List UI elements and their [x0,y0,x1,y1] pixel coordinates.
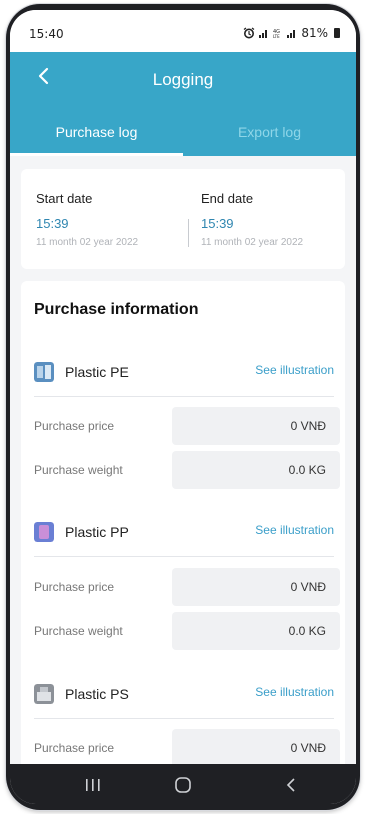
svg-text:LTE: LTE [273,34,280,38]
scroll-content[interactable]: Start date 15:39 11 month 02 year 2022 E… [10,156,356,764]
end-date-picker[interactable]: End date 15:39 11 month 02 year 2022 [201,191,303,248]
see-illustration-pp[interactable]: See illustration [255,523,334,537]
purchase-weight-row-pe: Purchase weight 0.0 KG [34,451,340,489]
purchase-weight-row-pp: Purchase weight 0.0 KG [34,612,340,650]
divider [34,718,334,719]
screen: 15:40 4G LTE 81% Logging Purchase log Exp… [10,10,356,804]
plastic-pe-icon [34,362,54,382]
product-name-ps: Plastic PS [65,686,129,702]
start-date-label: Start date [36,191,93,206]
purchase-price-label: Purchase price [34,741,115,755]
purchase-info-card: Purchase information Plastic PE See illu… [21,281,345,764]
section-title: Purchase information [34,301,199,318]
system-nav-bar [10,764,356,804]
purchase-price-field-pe[interactable]: 0 VNĐ [172,407,340,445]
status-time: 15:40 [29,27,64,41]
divider [34,556,334,557]
status-icons: 4G LTE 81% [243,26,340,40]
purchase-price-field-pp[interactable]: 0 VNĐ [172,568,340,606]
start-date-time: 15:39 [36,216,69,231]
tab-purchase-log[interactable]: Purchase log [10,124,183,140]
product-header-ps: Plastic PS See illustration [34,681,334,711]
divider [34,396,334,397]
date-range-card: Start date 15:39 11 month 02 year 2022 E… [21,169,345,269]
purchase-price-label: Purchase price [34,419,115,433]
end-date-label: End date [201,191,254,206]
lte-icon: 4GLTE [273,29,280,38]
home-icon[interactable] [168,774,198,796]
purchase-price-row-pe: Purchase price 0 VNĐ [34,407,340,445]
purchase-weight-value: 0.0 KG [288,463,326,477]
signal-icon [259,30,268,38]
purchase-price-label: Purchase price [34,580,115,594]
product-header-pp: Plastic PP See illustration [34,519,334,549]
purchase-price-value: 0 VNĐ [290,419,326,433]
start-date-picker[interactable]: Start date 15:39 11 month 02 year 2022 [36,191,138,248]
see-illustration-ps[interactable]: See illustration [255,685,334,699]
app-bar: Logging [10,52,356,110]
purchase-weight-label: Purchase weight [34,624,123,638]
alarm-icon [243,27,255,39]
plastic-ps-icon [34,684,54,704]
status-bar: 15:40 4G LTE 81% [10,10,356,52]
purchase-weight-field-pp[interactable]: 0.0 KG [172,612,340,650]
purchase-weight-value: 0.0 KG [288,624,326,638]
purchase-price-value: 0 VNĐ [290,741,326,755]
see-illustration-pe[interactable]: See illustration [255,363,334,377]
tab-bar: Purchase log Export log [10,110,356,156]
purchase-price-row-pp: Purchase price 0 VNĐ [34,568,340,606]
product-header-pe: Plastic PE See illustration [34,359,334,389]
purchase-price-row-ps: Purchase price 0 VNĐ [34,729,340,764]
start-date-value: 11 month 02 year 2022 [36,237,139,248]
tab-export-log[interactable]: Export log [183,124,356,140]
purchase-price-field-ps[interactable]: 0 VNĐ [172,729,340,764]
back-nav-icon[interactable] [276,774,306,796]
battery-percent: 81% [301,26,328,40]
battery-icon [334,28,340,38]
page-title: Logging [152,70,214,89]
purchase-weight-label: Purchase weight [34,463,123,477]
recent-apps-icon[interactable] [78,774,108,796]
signal-icon-2 [287,30,296,38]
product-name-pp: Plastic PP [65,524,129,540]
end-date-time: 15:39 [201,216,234,231]
phone-frame: 15:40 4G LTE 81% Logging Purchase log Exp… [6,4,360,810]
purchase-price-value: 0 VNĐ [290,580,326,594]
date-divider [188,219,189,247]
plastic-pp-icon [34,522,54,542]
end-date-value: 11 month 02 year 2022 [201,237,304,248]
product-name-pe: Plastic PE [65,364,129,380]
purchase-weight-field-pe[interactable]: 0.0 KG [172,451,340,489]
